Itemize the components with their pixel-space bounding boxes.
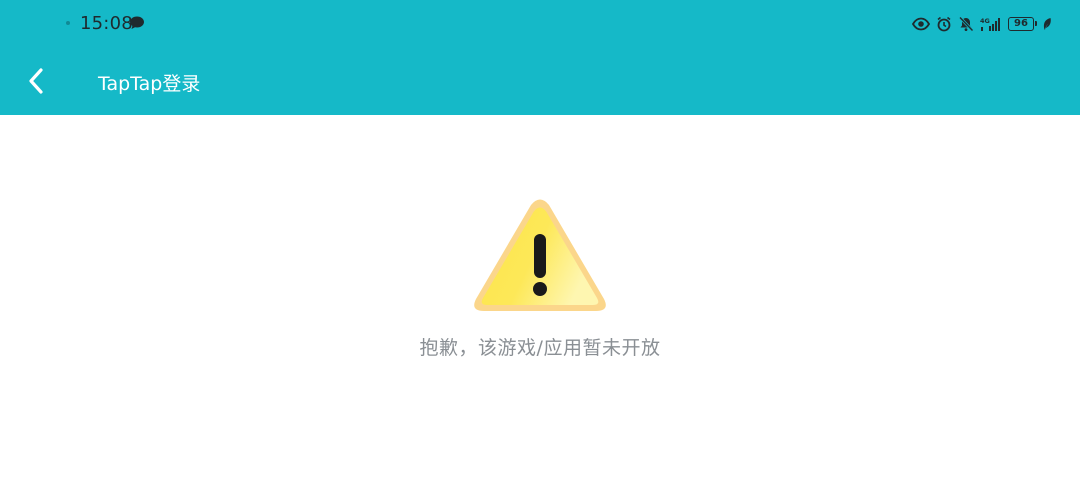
app-bar: TapTap登录 (0, 50, 1080, 115)
mute-bell-icon (958, 16, 974, 32)
status-dot (66, 21, 70, 25)
svg-text:4G: 4G (980, 17, 990, 25)
warning-triangle-icon (474, 199, 606, 311)
chat-bubble-icon (130, 16, 144, 29)
main-content: 抱歉，该游戏/应用暂未开放 (0, 115, 1080, 502)
status-icons: 4G 96 (912, 14, 1052, 34)
battery-icon: 96 (1008, 17, 1037, 31)
error-message: 抱歉，该游戏/应用暂未开放 (419, 337, 661, 359)
battery-level: 96 (1014, 18, 1028, 29)
signal-icon: 4G (980, 17, 1000, 31)
leaf-icon (1043, 18, 1051, 30)
header: 15:08 4G 96 TapTap登录 (0, 0, 1080, 115)
status-time: 15:08 (80, 13, 133, 34)
eye-icon (912, 17, 930, 31)
status-bar: 15:08 4G 96 (0, 0, 1080, 50)
chevron-left-icon (29, 68, 43, 94)
page-title: TapTap登录 (98, 73, 201, 95)
back-button[interactable] (14, 58, 58, 104)
alarm-icon (937, 16, 951, 32)
